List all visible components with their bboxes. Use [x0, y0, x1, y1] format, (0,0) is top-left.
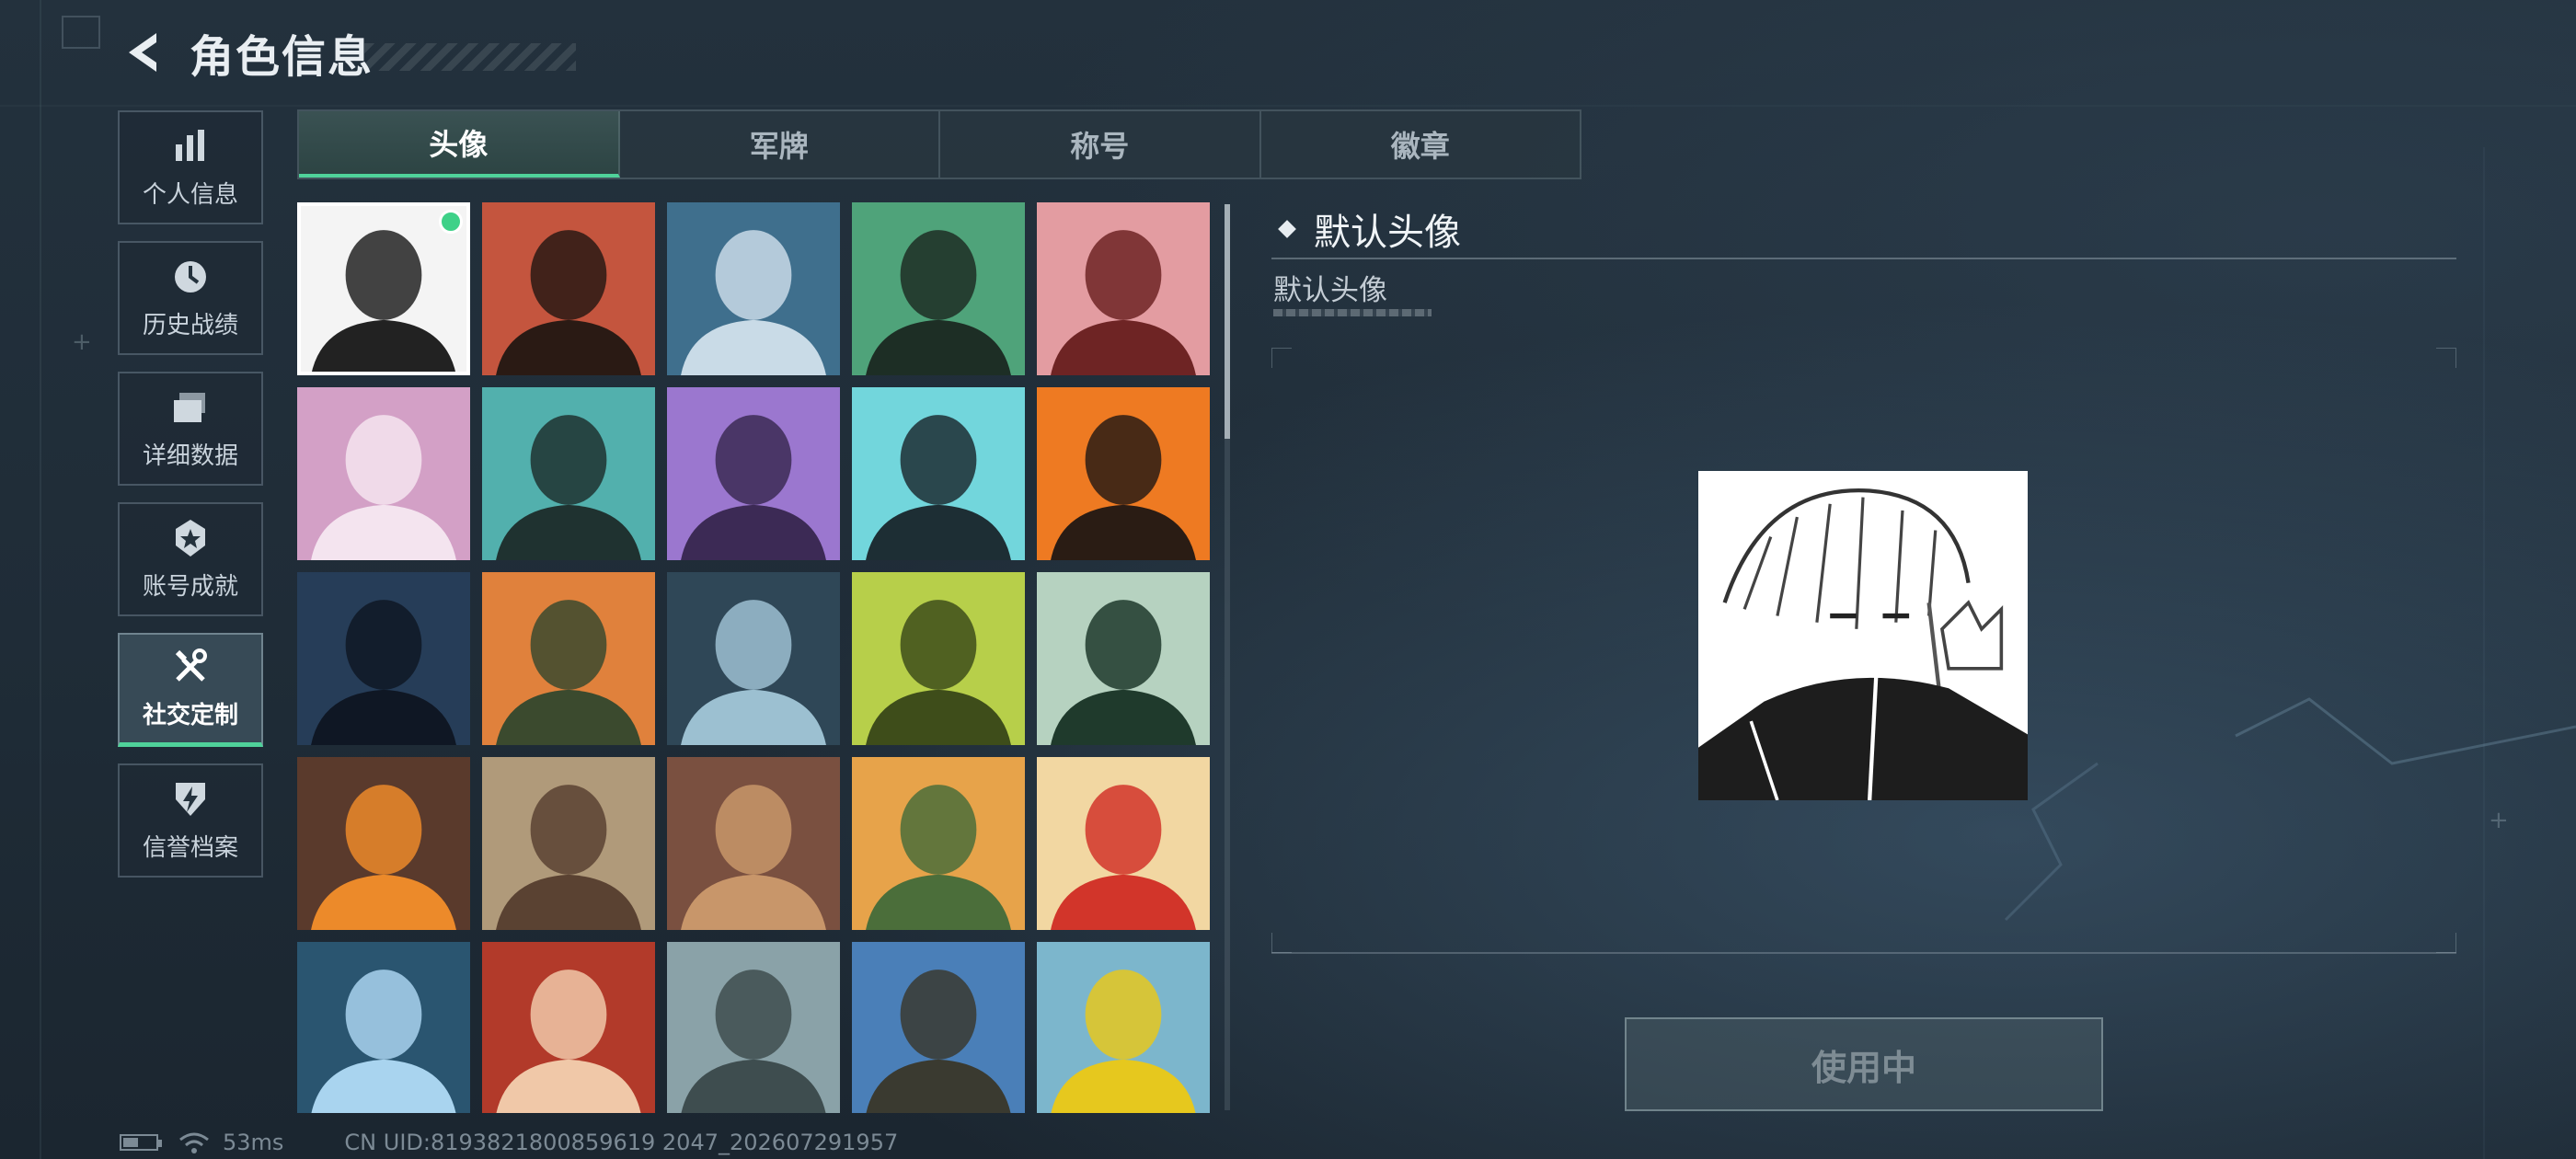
avatar-fries-mascot[interactable]	[1037, 757, 1210, 930]
sidebar-item-credit-record[interactable]: 信誉档案	[118, 763, 263, 878]
sidebar-item-social-custom[interactable]: 社交定制	[118, 633, 263, 747]
avatar-lab-scientist-image	[297, 942, 470, 1113]
tab-title[interactable]: 称号	[940, 111, 1261, 178]
avatar-helmet-soldier-image	[1037, 202, 1210, 375]
folder-stack-icon	[174, 392, 205, 422]
sidebar-item-label: 信誉档案	[142, 833, 238, 862]
avatar-chef-cartoon[interactable]	[852, 757, 1025, 930]
sidebar-item-label: 社交定制	[142, 702, 238, 729]
detail-divider	[1271, 258, 2456, 259]
avatar-chef-cartoon-image	[852, 757, 1025, 930]
svg-text:+: +	[2489, 807, 2509, 834]
avatar-bearded-cap[interactable]	[482, 202, 655, 375]
avatar-scales-emblem-image	[667, 757, 840, 930]
avatar-orange-masked[interactable]	[1037, 387, 1210, 560]
avatar-sniper-scope-image	[667, 572, 840, 745]
avatar-red-hair-woman-image	[482, 942, 655, 1113]
status-bar: 53ms CN UID:8193821800859619 2047_202607…	[120, 1130, 898, 1155]
avatar-masked-helmet-image	[852, 387, 1025, 560]
history-clock-icon	[175, 260, 206, 293]
avatar-orange-masked-image	[1037, 387, 1210, 560]
avatar-way-out-sign-image	[1037, 572, 1210, 745]
sidebar-nav: 个人信息 历史战绩 详细数据 账号成就 社交定制 信誉档案	[118, 110, 265, 894]
avatar-preview-image	[1698, 471, 2028, 800]
tab-bar: 头像 军牌 称号 徽章	[297, 109, 1581, 179]
achievement-star-icon	[176, 519, 205, 557]
avatar-headset-woman-image	[667, 202, 840, 375]
sidebar-item-personal-info[interactable]: 个人信息	[118, 110, 263, 224]
avatar-mountain-view-image	[667, 942, 840, 1113]
avatar-way-out-sign[interactable]	[1037, 572, 1210, 745]
tab-avatar[interactable]: 头像	[299, 111, 620, 178]
avatar-feather[interactable]	[297, 757, 470, 930]
avatar-soldier-drone-image	[482, 572, 655, 745]
avatar-mountain-view[interactable]	[667, 942, 840, 1113]
subtitle-decoration	[1273, 309, 1432, 316]
svg-text:+: +	[72, 328, 92, 356]
avatar-grid	[297, 202, 1217, 1113]
scrollbar-thumb[interactable]	[1225, 204, 1230, 439]
page-title: 角色信息	[190, 31, 374, 83]
avatar-archer-image	[852, 942, 1025, 1113]
avatar-archer[interactable]	[852, 942, 1025, 1113]
tab-badge[interactable]: 徽章	[1261, 111, 1581, 178]
tools-icon	[175, 648, 207, 682]
avatar-rusty-truck[interactable]	[482, 757, 655, 930]
avatar-alligator-sign[interactable]	[1037, 942, 1210, 1113]
avatar-green-headset-man-image	[852, 202, 1025, 375]
avatar-bearded-teal-image	[482, 387, 655, 560]
page-header: 角色信息	[120, 20, 577, 85]
avatar-exit-door[interactable]	[852, 572, 1025, 745]
sidebar-item-detailed-data[interactable]: 详细数据	[118, 372, 263, 486]
detail-title: 默认头像	[1278, 202, 1461, 256]
avatar-sketch-girl[interactable]	[297, 202, 470, 375]
sidebar-item-achievements[interactable]: 账号成就	[118, 502, 263, 616]
sidebar-item-label: 个人信息	[142, 180, 238, 209]
detail-subtitle: 默认头像	[1273, 274, 1387, 307]
avatar-lab-scientist[interactable]	[297, 942, 470, 1113]
detail-title-text: 默认头像	[1314, 212, 1461, 254]
sketch-avatar-illustration	[1698, 471, 2028, 800]
avatar-purple-woman[interactable]	[667, 387, 840, 560]
avatar-bearded-cap-image	[482, 202, 655, 375]
title-stripe-decoration	[364, 43, 577, 71]
avatar-soldier-drone[interactable]	[482, 572, 655, 745]
avatar-night-soldier[interactable]	[297, 572, 470, 745]
avatar-rusty-truck-image	[482, 757, 655, 930]
shield-bolt-icon	[176, 782, 205, 816]
avatar-fries-mascot-image	[1037, 757, 1210, 930]
avatar-sniper-scope[interactable]	[667, 572, 840, 745]
sidebar-item-label: 详细数据	[142, 442, 238, 470]
back-arrow-icon	[129, 33, 156, 72]
ping-value: 53ms	[223, 1130, 284, 1155]
sidebar-item-label: 账号成就	[142, 572, 238, 601]
wifi-icon	[179, 1132, 209, 1153]
avatar-bearded-teal[interactable]	[482, 387, 655, 560]
avatar-pink-hair[interactable]	[297, 387, 470, 560]
avatar-pink-hair-image	[297, 387, 470, 560]
avatar-scales-emblem[interactable]	[667, 757, 840, 930]
preview-divider	[1271, 952, 2456, 954]
avatar-night-soldier-image	[297, 572, 470, 745]
in-use-button[interactable]: 使用中	[1625, 1017, 2103, 1111]
avatar-grid-scrollbar[interactable]	[1225, 204, 1230, 1110]
selected-indicator	[439, 210, 463, 234]
avatar-masked-helmet[interactable]	[852, 387, 1025, 560]
back-button[interactable]	[120, 27, 166, 78]
avatar-red-hair-woman[interactable]	[482, 942, 655, 1113]
avatar-exit-door-image	[852, 572, 1025, 745]
avatar-helmet-soldier[interactable]	[1037, 202, 1210, 375]
bar-chart-icon	[176, 129, 204, 161]
avatar-alligator-sign-image	[1037, 942, 1210, 1113]
sidebar-item-history[interactable]: 历史战绩	[118, 241, 263, 355]
avatar-feather-image	[297, 757, 470, 930]
sidebar-item-label: 历史战绩	[142, 311, 238, 339]
diamond-icon	[1278, 220, 1296, 238]
tab-dog-tag[interactable]: 军牌	[620, 111, 940, 178]
avatar-purple-woman-image	[667, 387, 840, 560]
avatar-headset-woman[interactable]	[667, 202, 840, 375]
battery-icon	[120, 1134, 162, 1151]
user-uid: CN UID:8193821800859619 2047_20260729195…	[344, 1130, 899, 1155]
avatar-green-headset-man[interactable]	[852, 202, 1025, 375]
